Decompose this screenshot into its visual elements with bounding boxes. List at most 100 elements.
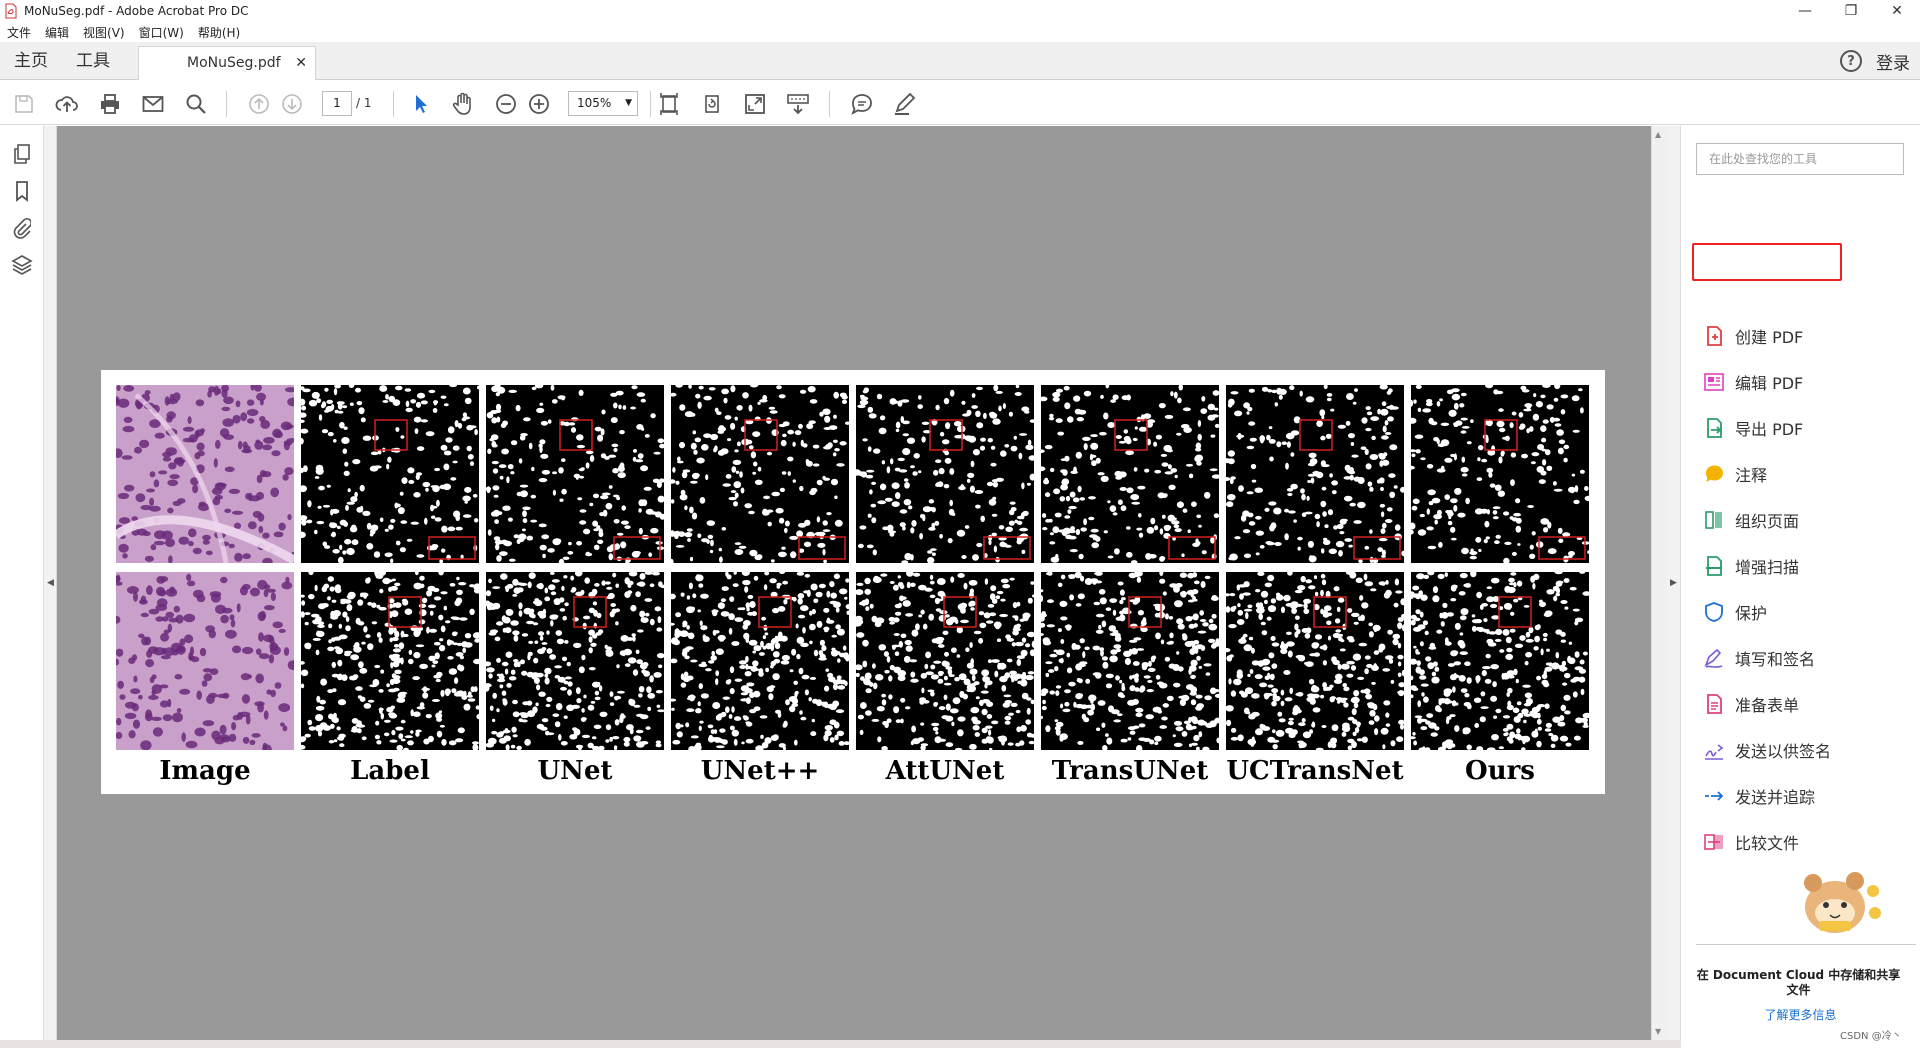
highlight-pen-icon[interactable] <box>893 92 917 116</box>
save-icon[interactable] <box>12 92 36 116</box>
tool-item-label: 准备表单 <box>1735 696 1800 715</box>
restore-button[interactable]: ❐ <box>1828 0 1874 22</box>
segmentation-mask <box>1411 385 1589 563</box>
help-icon[interactable]: ? <box>1840 50 1862 72</box>
layers-icon[interactable] <box>10 253 34 277</box>
hand-icon[interactable] <box>451 92 475 116</box>
learn-more-link[interactable]: 了解更多信息 <box>1681 1006 1920 1023</box>
tab-home[interactable]: 主页 <box>14 42 48 80</box>
print-icon[interactable] <box>98 92 122 116</box>
tool-item-label: 编辑 PDF <box>1735 374 1804 393</box>
close-tab-icon[interactable]: ✕ <box>295 47 307 80</box>
enhance-scan-icon <box>1703 555 1725 577</box>
tool-item[interactable]: 组织页面 <box>1703 505 1903 535</box>
vertical-scrollbar[interactable]: ▲ ▼ <box>1651 126 1667 1040</box>
close-button[interactable]: ✕ <box>1874 0 1920 22</box>
tool-item-label: 注释 <box>1735 466 1768 485</box>
segmentation-mask <box>486 385 664 563</box>
protect-shield-icon <box>1703 601 1725 623</box>
upload-icon[interactable] <box>55 92 79 116</box>
histology-image <box>116 572 294 750</box>
menu-view[interactable]: 视图(V) <box>76 24 132 41</box>
tool-item[interactable]: 保护 <box>1703 597 1903 627</box>
right-panel-toggle[interactable]: ▶ <box>1667 126 1681 1040</box>
document-tab[interactable]: MoNuSeg.pdf ✕ <box>138 46 316 80</box>
document-tab-title: MoNuSeg.pdf <box>187 55 281 71</box>
caption-label: Label <box>350 756 430 786</box>
tool-item[interactable]: 注释 <box>1703 459 1903 489</box>
create-pdf-icon <box>1703 325 1725 347</box>
caption-ours: Ours <box>1465 756 1535 786</box>
fullscreen-icon[interactable] <box>743 92 767 116</box>
tools-pane: 在此处查找您的工具 创建 PDF 编辑 PDF 导出 PDF 注释组织页面增强扫描保护… <box>1681 126 1920 1048</box>
scroll-down-icon[interactable]: ▼ <box>1655 1027 1661 1036</box>
search-icon[interactable] <box>184 92 208 116</box>
prepare-form-icon <box>1703 693 1725 715</box>
organize-pages-icon <box>1703 509 1725 531</box>
segmentation-mask <box>301 385 479 563</box>
export-pdf-icon <box>1703 417 1725 439</box>
segmentation-mask <box>856 572 1034 750</box>
main-toolbar: 1 / 1 105% ▼ <box>0 81 1920 125</box>
tool-item[interactable]: 增强扫描 <box>1703 551 1903 581</box>
segmentation-mask <box>1226 385 1404 563</box>
tool-item[interactable]: 发送并追踪 <box>1703 781 1903 811</box>
mascot-sticker <box>1795 861 1885 941</box>
menu-help[interactable]: 帮助(H) <box>191 24 247 41</box>
tool-item[interactable]: 准备表单 <box>1703 689 1903 719</box>
tool-item[interactable]: 创建 PDF <box>1703 321 1903 351</box>
caption-unetpp: UNet++ <box>700 756 820 786</box>
tool-item-label: 组织页面 <box>1735 512 1800 531</box>
caption-attunet: AttUNet <box>885 756 1005 786</box>
segmentation-mask <box>1226 572 1404 750</box>
comment-icon[interactable] <box>850 92 874 116</box>
account-area: ? 登录 <box>1840 42 1910 80</box>
zoom-in-icon[interactable] <box>527 92 551 116</box>
tool-item[interactable]: 发送以供签名 <box>1703 735 1903 765</box>
rotate-icon[interactable] <box>700 92 724 116</box>
tool-item[interactable]: 填写和签名 <box>1703 643 1903 673</box>
pages-icon[interactable] <box>10 142 34 166</box>
acrobat-window: { "window": { "title": "MoNuSeg.pdf - Ad… <box>0 0 1920 1048</box>
segmentation-mask <box>486 572 664 750</box>
minimize-button[interactable]: — <box>1782 0 1828 22</box>
scroll-mode-icon[interactable] <box>786 92 810 116</box>
tool-item-label: 发送并追踪 <box>1735 788 1816 807</box>
select-cursor-icon[interactable] <box>409 92 433 116</box>
prev-page-icon[interactable] <box>247 92 271 116</box>
left-panel-toggle[interactable]: ◀ <box>44 126 57 1040</box>
attachment-icon[interactable] <box>10 216 34 240</box>
zoom-level-select[interactable]: 105% ▼ <box>568 91 638 116</box>
bookmark-icon[interactable] <box>10 179 34 203</box>
menu-file[interactable]: 文件 <box>0 24 38 41</box>
fit-page-icon[interactable] <box>657 92 681 116</box>
window-controls: — ❐ ✕ <box>1782 0 1920 22</box>
caption-transunet: TransUNet <box>1051 756 1209 786</box>
caption-image: Image <box>159 756 251 786</box>
next-page-icon[interactable] <box>280 92 304 116</box>
chevron-down-icon: ▼ <box>625 98 632 108</box>
tool-item-label: 比较文件 <box>1735 834 1800 853</box>
segmentation-mask <box>1041 572 1219 750</box>
tool-search-input[interactable]: 在此处查找您的工具 <box>1696 143 1904 175</box>
tool-item-label: 增强扫描 <box>1735 558 1800 577</box>
scroll-up-icon[interactable]: ▲ <box>1655 130 1661 139</box>
tool-item-label: 创建 PDF <box>1735 328 1804 347</box>
email-icon[interactable] <box>141 92 165 116</box>
send-sign-icon <box>1703 739 1725 761</box>
pdf-figure: Image Label UNet UNet++ AttUNet TransUNe… <box>101 370 1605 794</box>
menu-edit[interactable]: 编辑 <box>38 24 76 41</box>
segmentation-mask <box>856 385 1034 563</box>
login-button[interactable]: 登录 <box>1876 49 1910 74</box>
tab-tools[interactable]: 工具 <box>76 42 110 80</box>
tool-item[interactable]: 编辑 PDF <box>1703 367 1903 397</box>
toolbar-divider <box>393 91 394 117</box>
page-number-input[interactable]: 1 <box>322 91 352 116</box>
toolbar-divider <box>226 91 227 117</box>
edit-pdf-icon <box>1703 371 1725 393</box>
tool-item[interactable]: 导出 PDF <box>1703 413 1903 443</box>
menu-window[interactable]: 窗口(W) <box>132 24 191 41</box>
zoom-out-icon[interactable] <box>494 92 518 116</box>
panel-divider <box>1696 944 1916 945</box>
tool-item[interactable]: 比较文件 <box>1703 827 1903 857</box>
